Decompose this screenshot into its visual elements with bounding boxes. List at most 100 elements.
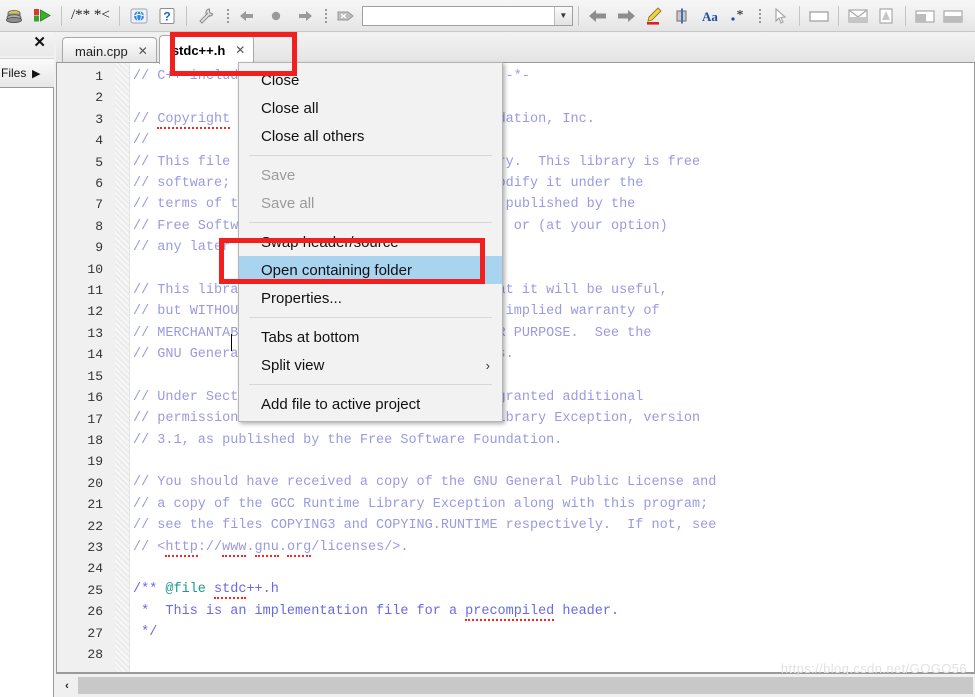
code-editor[interactable]: 1234567891011121314151617181920212223242… bbox=[56, 62, 975, 673]
back-arrow-icon[interactable] bbox=[585, 3, 611, 29]
forward-arrow-icon[interactable] bbox=[613, 3, 639, 29]
match-case-Aa-icon[interactable]: Aa bbox=[697, 3, 723, 29]
blank-window-icon[interactable] bbox=[806, 3, 832, 29]
scroll-left-arrow-icon[interactable]: ‹ bbox=[56, 675, 78, 696]
line-number: 3 bbox=[57, 109, 103, 130]
management-panel: ✕ Files ▶ bbox=[0, 32, 54, 697]
menu-item-swap-header-source[interactable]: Swap header/source bbox=[239, 228, 502, 256]
svg-text:*: * bbox=[736, 8, 743, 23]
close-icon[interactable]: ✕ bbox=[138, 44, 148, 58]
menu-item-open-containing-folder[interactable]: Open containing folder bbox=[239, 256, 502, 284]
code-fold-margin[interactable] bbox=[115, 63, 130, 672]
menu-item-properties[interactable]: Properties... bbox=[239, 284, 502, 312]
browser-globe-icon[interactable] bbox=[126, 3, 152, 29]
line-numbers: 1234567891011121314151617181920212223242… bbox=[57, 66, 103, 665]
menu-item-close-all-others[interactable]: Close all others bbox=[239, 122, 502, 150]
toolbar-grip[interactable] bbox=[757, 5, 763, 27]
editor-tab-main-cpp[interactable]: main.cpp ✕ bbox=[62, 37, 157, 64]
panel-left-icon[interactable] bbox=[912, 3, 938, 29]
menu-item-add-file-to-active-project[interactable]: Add file to active project bbox=[239, 390, 502, 418]
run-green-arrow-icon[interactable] bbox=[29, 3, 55, 29]
toggle-bookmark-icon[interactable] bbox=[263, 3, 289, 29]
line-number: 28 bbox=[57, 644, 103, 665]
editor-area: main.cpp ✕ stdc++.h ✕ 123456789101112131… bbox=[56, 34, 975, 697]
toolbar-separator bbox=[799, 6, 800, 26]
close-icon[interactable]: ✕ bbox=[33, 34, 46, 52]
toolbar-group-nav-history: Aa * bbox=[584, 0, 752, 31]
menu-item-label: Save bbox=[261, 167, 295, 184]
line-number: 7 bbox=[57, 194, 103, 215]
management-panel-header: ✕ bbox=[0, 32, 54, 56]
toolbar-grip[interactable] bbox=[225, 5, 231, 27]
menu-item-label: Properties... bbox=[261, 290, 342, 307]
menu-item-label: Save all bbox=[261, 195, 314, 212]
panel-bottom-icon[interactable] bbox=[940, 3, 966, 29]
search-input[interactable] bbox=[363, 8, 554, 24]
line-number: 12 bbox=[57, 301, 103, 322]
line-number: 17 bbox=[57, 409, 103, 430]
search-box[interactable]: ▼ bbox=[362, 6, 573, 26]
envelope-icon[interactable] bbox=[845, 3, 871, 29]
menu-item-label: Close all bbox=[261, 100, 319, 117]
tab-context-menu[interactable]: Close Close all Close all others Save Save a… bbox=[238, 62, 503, 422]
line-number: 5 bbox=[57, 152, 103, 173]
menu-item-label: Add file to active project bbox=[261, 396, 420, 413]
help-question-icon[interactable]: ? bbox=[154, 3, 180, 29]
line-number: 19 bbox=[57, 451, 103, 472]
sidebar-item-files[interactable]: Files bbox=[1, 66, 31, 80]
align-icon[interactable] bbox=[669, 3, 695, 29]
svg-text:Aa: Aa bbox=[702, 9, 718, 24]
code-editor-window: /** *< ? bbox=[0, 0, 975, 697]
build-gear-icon[interactable] bbox=[1, 3, 27, 29]
svg-text:?: ? bbox=[163, 9, 170, 23]
pointer-arrow-icon[interactable] bbox=[767, 3, 793, 29]
line-number: 14 bbox=[57, 344, 103, 365]
highlight-pencil-icon[interactable] bbox=[641, 3, 667, 29]
management-panel-tabs[interactable]: Files ▶ bbox=[0, 58, 54, 88]
toolbar-group-comment: /** *< bbox=[67, 0, 114, 31]
wrench-icon[interactable] bbox=[193, 3, 219, 29]
line-number: 6 bbox=[57, 173, 103, 194]
close-icon[interactable]: ✕ bbox=[235, 43, 245, 57]
scrollbar-track[interactable] bbox=[78, 677, 973, 694]
line-number: 15 bbox=[57, 366, 103, 387]
main-toolbar: /** *< ? bbox=[0, 0, 975, 32]
line-number: 18 bbox=[57, 430, 103, 451]
text-caret bbox=[231, 334, 232, 351]
code-line: // <http://www.gnu.org/licenses/>. bbox=[133, 537, 974, 558]
toolbar-group-windows bbox=[805, 0, 967, 31]
menu-item-label: Split view bbox=[261, 357, 324, 374]
toolbar-separator bbox=[119, 6, 120, 26]
editor-tab-stdcpp-h[interactable]: stdc++.h ✕ bbox=[159, 35, 255, 64]
line-number: 16 bbox=[57, 387, 103, 408]
menu-item-split-view[interactable]: Split view› bbox=[239, 351, 502, 379]
watermark-text: https://blog.csdn.net/GOGO56 bbox=[781, 661, 967, 676]
menu-item-save: Save bbox=[239, 161, 502, 189]
toolbar-separator bbox=[578, 6, 579, 26]
document-icon[interactable] bbox=[873, 3, 899, 29]
prev-bookmark-icon[interactable] bbox=[235, 3, 261, 29]
menu-item-label: Swap header/source bbox=[261, 234, 399, 251]
horizontal-scrollbar[interactable]: ‹ bbox=[56, 673, 975, 697]
menu-item-save-all: Save all bbox=[239, 189, 502, 217]
menu-item-label: Close bbox=[261, 72, 299, 89]
menu-item-close[interactable]: Close bbox=[239, 66, 502, 94]
menu-separator bbox=[249, 222, 492, 223]
clear-search-icon[interactable] bbox=[333, 3, 359, 29]
toolbar-group-selection bbox=[766, 0, 794, 31]
line-number: 10 bbox=[57, 259, 103, 280]
regex-dotstar-icon[interactable]: * bbox=[725, 3, 751, 29]
menu-separator bbox=[249, 155, 492, 156]
chevron-right-icon[interactable]: ▶ bbox=[32, 67, 40, 80]
toolbar-group-build bbox=[0, 0, 56, 31]
toolbar-grip[interactable] bbox=[323, 5, 329, 27]
menu-separator bbox=[249, 317, 492, 318]
toolbar-group-help: ? bbox=[125, 0, 181, 31]
toolbar-group-search: ▼ bbox=[332, 0, 573, 31]
menu-item-tabs-at-bottom[interactable]: Tabs at bottom bbox=[239, 323, 502, 351]
menu-item-label: Tabs at bottom bbox=[261, 329, 359, 346]
next-bookmark-icon[interactable] bbox=[291, 3, 317, 29]
menu-item-close-all[interactable]: Close all bbox=[239, 94, 502, 122]
chevron-down-icon[interactable]: ▼ bbox=[554, 7, 572, 25]
comment-block-icon[interactable]: /** *< bbox=[67, 7, 114, 24]
